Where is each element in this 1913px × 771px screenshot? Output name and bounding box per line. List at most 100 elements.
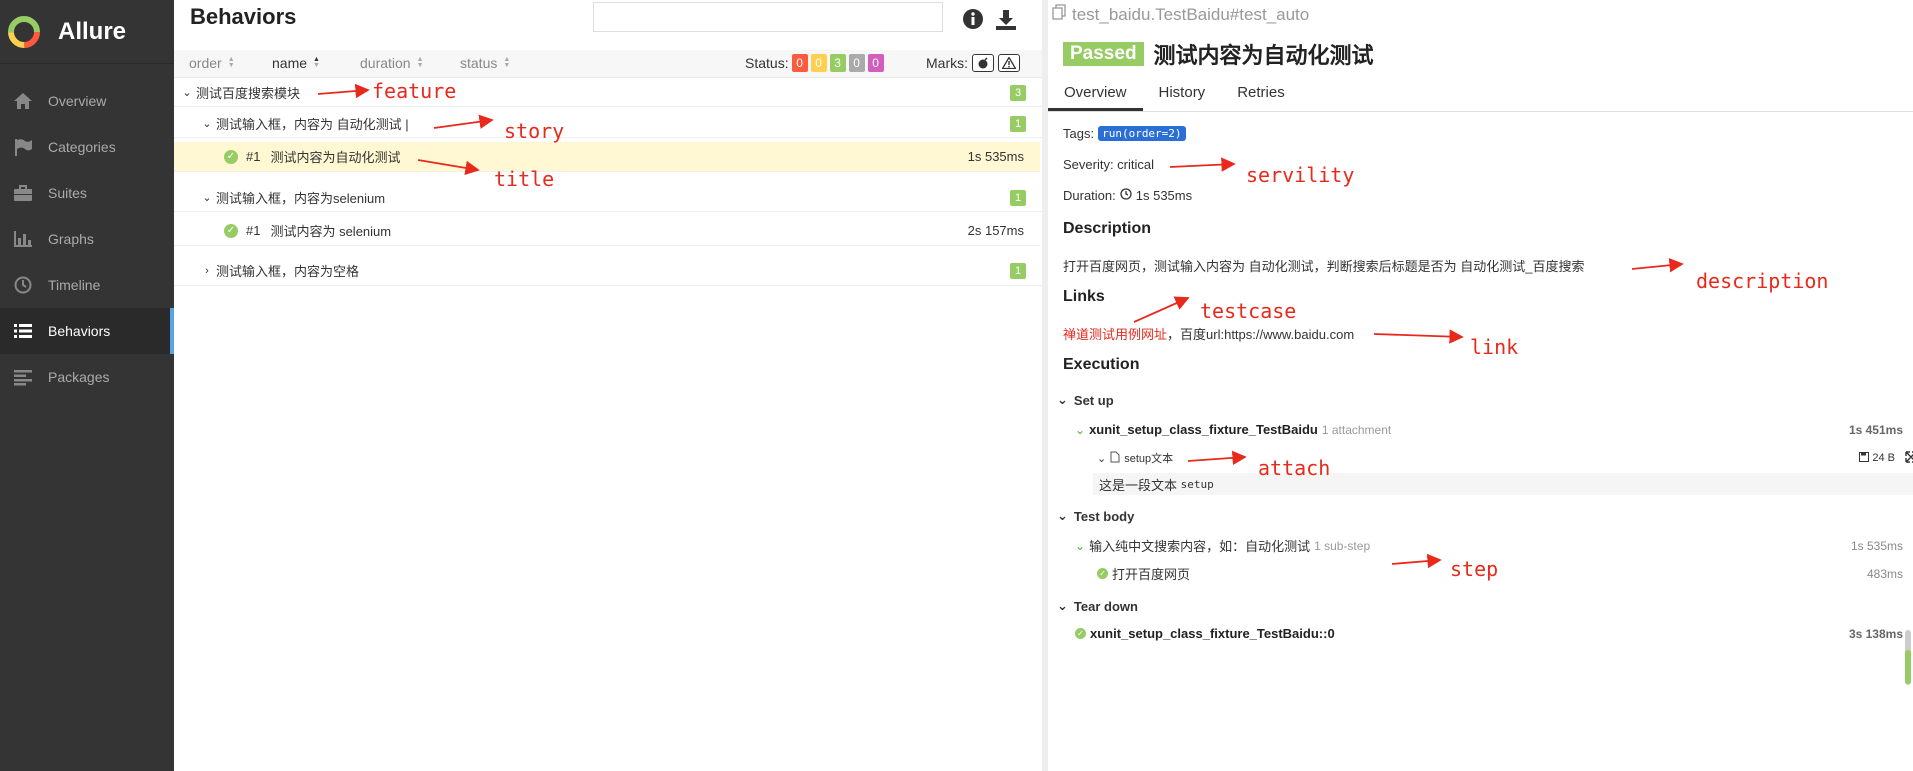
- link-separator: ，: [1167, 327, 1181, 342]
- test-case-row[interactable]: ✓ #1 测试内容为自动化测试 1s 535ms: [174, 142, 1040, 172]
- sort-icon: ▲ ▼: [227, 56, 235, 69]
- status-failed-toggle[interactable]: 0: [791, 54, 808, 72]
- sort-status[interactable]: status ▲ ▼: [460, 55, 510, 71]
- sidebar-item-overview[interactable]: Overview: [0, 78, 174, 124]
- test-number: #1: [246, 149, 261, 164]
- sidebar-item-behaviors[interactable]: Behaviors: [0, 308, 174, 354]
- annotation-testcase: testcase: [1200, 299, 1297, 323]
- count-badge: 3: [1010, 84, 1026, 101]
- chevron-down-icon: ⌄: [202, 118, 212, 130]
- sort-label: order: [189, 55, 222, 71]
- fixture-name: xunit_setup_class_fixture_TestBaidu: [1089, 422, 1318, 437]
- count-badge: 1: [1010, 189, 1026, 206]
- tab-overview[interactable]: Overview: [1048, 78, 1143, 111]
- duration-row: Duration: 1s 535ms: [1063, 188, 1192, 203]
- test-name: 测试内容为自动化测试: [270, 150, 401, 165]
- sub-step-row[interactable]: ✓ 打开百度网页 483ms: [1097, 564, 1903, 583]
- status-label: Status:: [745, 55, 789, 71]
- save-icon: [1859, 451, 1870, 465]
- sidebar-item-graphs[interactable]: Graphs: [0, 216, 174, 262]
- teardown-section-header[interactable]: ⌄ Tear down: [1057, 598, 1138, 614]
- chevron-down-icon: ⌄: [202, 192, 212, 204]
- tree-group-story[interactable]: ⌄ 测试输入框，内容为selenium 1: [174, 184, 1042, 212]
- severity-row: Severity: critical: [1063, 157, 1155, 172]
- warning-mark-icon[interactable]: [998, 54, 1020, 72]
- marks-label: Marks:: [926, 55, 968, 71]
- check-circle-icon: ✓: [1097, 568, 1108, 579]
- tags-row: Tags: run(order=2): [1063, 126, 1186, 141]
- allure-logo-icon: [6, 14, 42, 50]
- bar-chart-icon: [12, 230, 34, 248]
- brand[interactable]: Allure: [0, 0, 174, 64]
- sort-label: name: [272, 55, 308, 71]
- status-badge: Passed: [1063, 42, 1144, 66]
- duration-label: Duration:: [1063, 188, 1116, 203]
- sort-icon: ▲ ▼: [503, 56, 511, 69]
- url-link[interactable]: 百度url:https://www.baidu.com: [1180, 324, 1354, 343]
- annotation-servility: servility: [1246, 163, 1355, 187]
- detail-tabs: Overview History Retries: [1048, 78, 1913, 112]
- scrollbar[interactable]: [1905, 630, 1911, 685]
- setup-fixture-row[interactable]: ⌄ xunit_setup_class_fixture_TestBaidu 1 …: [1075, 422, 1903, 437]
- flag-icon: [12, 138, 34, 156]
- marks-filter: Marks:: [926, 54, 1020, 72]
- tree-group-story[interactable]: ⌄ 测试输入框，内容为 自动化测试 | 1: [174, 110, 1042, 138]
- sort-label: duration: [360, 55, 411, 71]
- sidebar-item-suites[interactable]: Suites: [0, 170, 174, 216]
- briefcase-icon: [12, 184, 34, 202]
- expand-icon[interactable]: [1905, 450, 1913, 466]
- test-body-section-header[interactable]: ⌄ Test body: [1057, 508, 1134, 524]
- annotation-step: step: [1450, 557, 1499, 581]
- sidebar-item-label: Suites: [48, 185, 87, 201]
- test-title-bar: Passed 测试内容为自动化测试: [1063, 38, 1374, 70]
- test-title: 测试内容为自动化测试: [1153, 43, 1374, 68]
- links-row: 禅道测试用例网址 ， 百度url:https://www.baidu.com: [1063, 324, 1354, 343]
- status-skipped-toggle[interactable]: 0: [848, 54, 865, 72]
- sidebar-item-label: Graphs: [48, 231, 94, 247]
- annotation-story: story: [504, 119, 565, 143]
- tree-group-feature[interactable]: ⌄ 测试百度搜索模块 3: [174, 79, 1042, 107]
- execution-heading: Execution: [1063, 356, 1140, 373]
- sidebar-item-categories[interactable]: Categories: [0, 124, 174, 170]
- test-duration: 2s 157ms: [967, 223, 1024, 238]
- list-icon: [12, 322, 34, 340]
- sub-step-name: 打开百度网页: [1112, 567, 1191, 582]
- setup-section-header[interactable]: ⌄ Set up: [1057, 392, 1114, 408]
- sort-order[interactable]: order ▲ ▼: [189, 55, 235, 71]
- status-unknown-toggle[interactable]: 0: [867, 54, 884, 72]
- download-icon[interactable]: [994, 8, 1018, 32]
- test-step-row[interactable]: ⌄ 输入纯中文搜索内容，如：自动化测试 1 sub-step 1s 535ms: [1075, 536, 1903, 555]
- attachment-row[interactable]: ⌄ setup文本 24 B: [1097, 450, 1913, 466]
- sort-bar: order ▲ ▼ name ▲ ▼ duration ▲ ▼ status ▲ ▼ S…: [174, 50, 1042, 78]
- chevron-down-icon: ⌄: [182, 87, 192, 99]
- links-heading: Links: [1063, 288, 1105, 305]
- tag-badge: run(order=2): [1098, 126, 1186, 141]
- brand-name: Allure: [58, 17, 127, 45]
- annotation-feature: feature: [372, 79, 457, 103]
- attachment-name: setup文本: [1124, 453, 1174, 465]
- chevron-down-icon: ⌄: [1097, 452, 1107, 465]
- search-input[interactable]: [593, 2, 943, 32]
- breadcrumb-text: test_baidu.TestBaidu#test_auto: [1072, 4, 1310, 24]
- sort-name[interactable]: name ▲ ▼: [272, 55, 320, 71]
- copy-icon[interactable]: [1052, 4, 1066, 25]
- sort-duration[interactable]: duration ▲ ▼: [360, 55, 424, 71]
- story-label: 测试输入框，内容为空格: [216, 264, 360, 279]
- feature-label: 测试百度搜索模块: [196, 86, 301, 101]
- sidebar-item-timeline[interactable]: Timeline: [0, 262, 174, 308]
- status-broken-toggle[interactable]: 0: [810, 54, 827, 72]
- annotation-description: description: [1696, 269, 1829, 293]
- tab-retries[interactable]: Retries: [1221, 78, 1301, 111]
- sort-icon: ▲ ▼: [416, 56, 424, 69]
- flaky-mark-icon[interactable]: [972, 54, 994, 72]
- status-passed-toggle[interactable]: 3: [829, 54, 846, 72]
- tab-history[interactable]: History: [1143, 78, 1222, 111]
- test-case-row[interactable]: ✓ #1 测试内容为 selenium 2s 157ms: [174, 216, 1040, 246]
- info-icon[interactable]: [962, 8, 986, 32]
- sidebar-item-packages[interactable]: Packages: [0, 354, 174, 400]
- teardown-fixture-row[interactable]: ✓ xunit_setup_class_fixture_TestBaidu::0…: [1075, 626, 1903, 641]
- tree-group-story[interactable]: › 测试输入框，内容为空格 1: [174, 256, 1042, 286]
- testcase-link[interactable]: 禅道测试用例网址: [1063, 324, 1167, 343]
- chevron-down-icon: ⌄: [1057, 508, 1068, 523]
- tags-label: Tags:: [1063, 126, 1095, 141]
